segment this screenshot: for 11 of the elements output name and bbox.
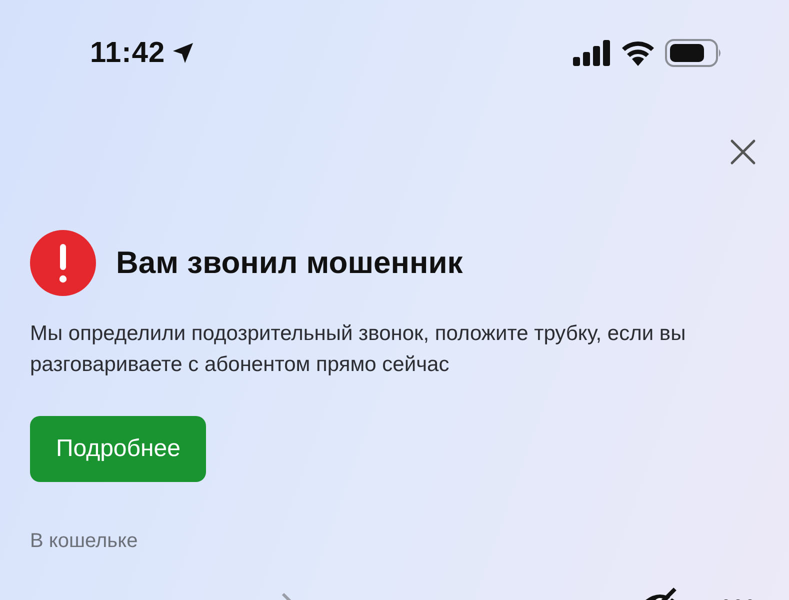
details-button[interactable]: Подробнее [30,416,206,482]
location-arrow-icon [171,41,196,65]
wifi-icon [621,40,655,66]
close-button[interactable] [729,138,757,166]
signal-icon [573,40,611,66]
alert-message: Мы определили подозрительный звонок, положите трубку, если вы разговариваете с абонентом прямо сейчас [30,321,687,378]
battery-icon [665,39,723,67]
status-time: 11:42 [90,36,166,70]
alert-title: Вам звонил мошенник [116,245,463,281]
warning-icon [30,230,96,296]
wallet-label: В кошельке [30,530,139,553]
